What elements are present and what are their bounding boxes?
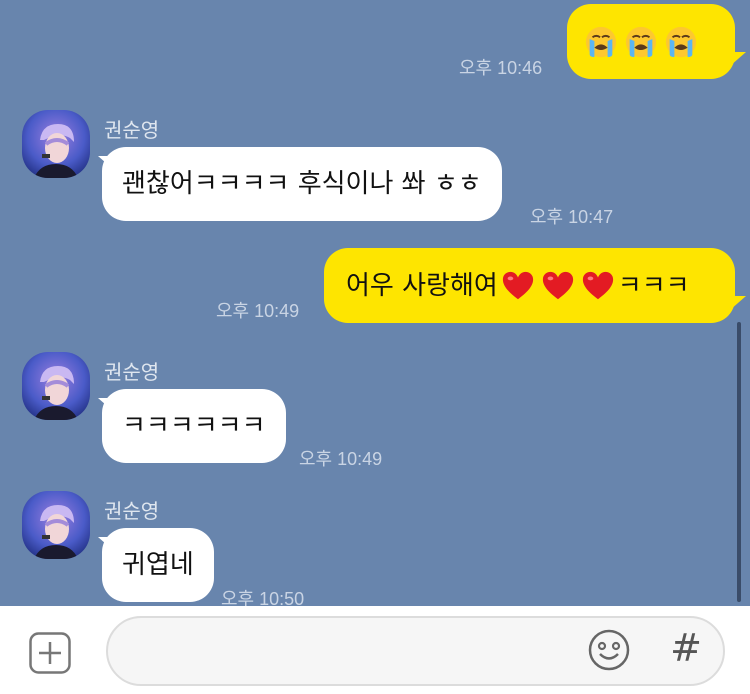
my-message-bubble[interactable] xyxy=(567,4,735,79)
message-text: 어우 사랑해여 xyxy=(346,270,498,301)
other-message-bubble[interactable]: ㅋㅋㅋㅋㅋㅋ xyxy=(102,389,286,463)
avatar[interactable] xyxy=(22,491,90,559)
message-input-box[interactable] xyxy=(106,616,725,686)
message-time: 오후 10:50 xyxy=(221,589,305,606)
avatar[interactable] xyxy=(22,352,90,420)
chat-area[interactable]: 오후 10:46 권순영 괜찮어ㅋㅋㅋㅋ 후식이나 쏴 ㅎㅎ 오후 10:47 … xyxy=(0,0,750,606)
message-time: 오후 10:46 xyxy=(459,58,543,78)
red-heart-icon xyxy=(542,271,573,299)
message-input[interactable] xyxy=(132,618,576,686)
other-message-bubble[interactable]: 귀엽네 xyxy=(102,528,214,602)
hash-icon[interactable]: # xyxy=(668,626,704,670)
loudly-crying-face-icon xyxy=(665,26,697,57)
message-text: ㅋㅋㅋ xyxy=(617,270,690,301)
message-time: 오후 10:47 xyxy=(530,207,614,227)
scrollbar[interactable] xyxy=(737,322,741,602)
emoji-icon[interactable] xyxy=(588,629,630,671)
bubble-tail xyxy=(730,296,746,310)
message-time: 오후 10:49 xyxy=(299,449,383,469)
bubble-tail xyxy=(730,52,746,66)
plus-icon[interactable] xyxy=(29,632,71,674)
other-message-bubble[interactable]: 괜찮어ㅋㅋㅋㅋ 후식이나 쏴 ㅎㅎ xyxy=(102,147,502,221)
sender-name: 권순영 xyxy=(104,362,160,384)
red-heart-icon xyxy=(502,271,533,299)
my-message-bubble[interactable]: 어우 사랑해여 ㅋㅋㅋ xyxy=(324,248,735,323)
sender-name: 권순영 xyxy=(104,501,160,523)
sender-name: 권순영 xyxy=(104,120,160,142)
red-heart-icon xyxy=(582,271,613,299)
avatar[interactable] xyxy=(22,110,90,178)
message-time: 오후 10:49 xyxy=(216,301,300,321)
message-input-bar xyxy=(0,606,750,694)
loudly-crying-face-icon xyxy=(585,26,617,57)
loudly-crying-face-icon xyxy=(625,26,657,57)
